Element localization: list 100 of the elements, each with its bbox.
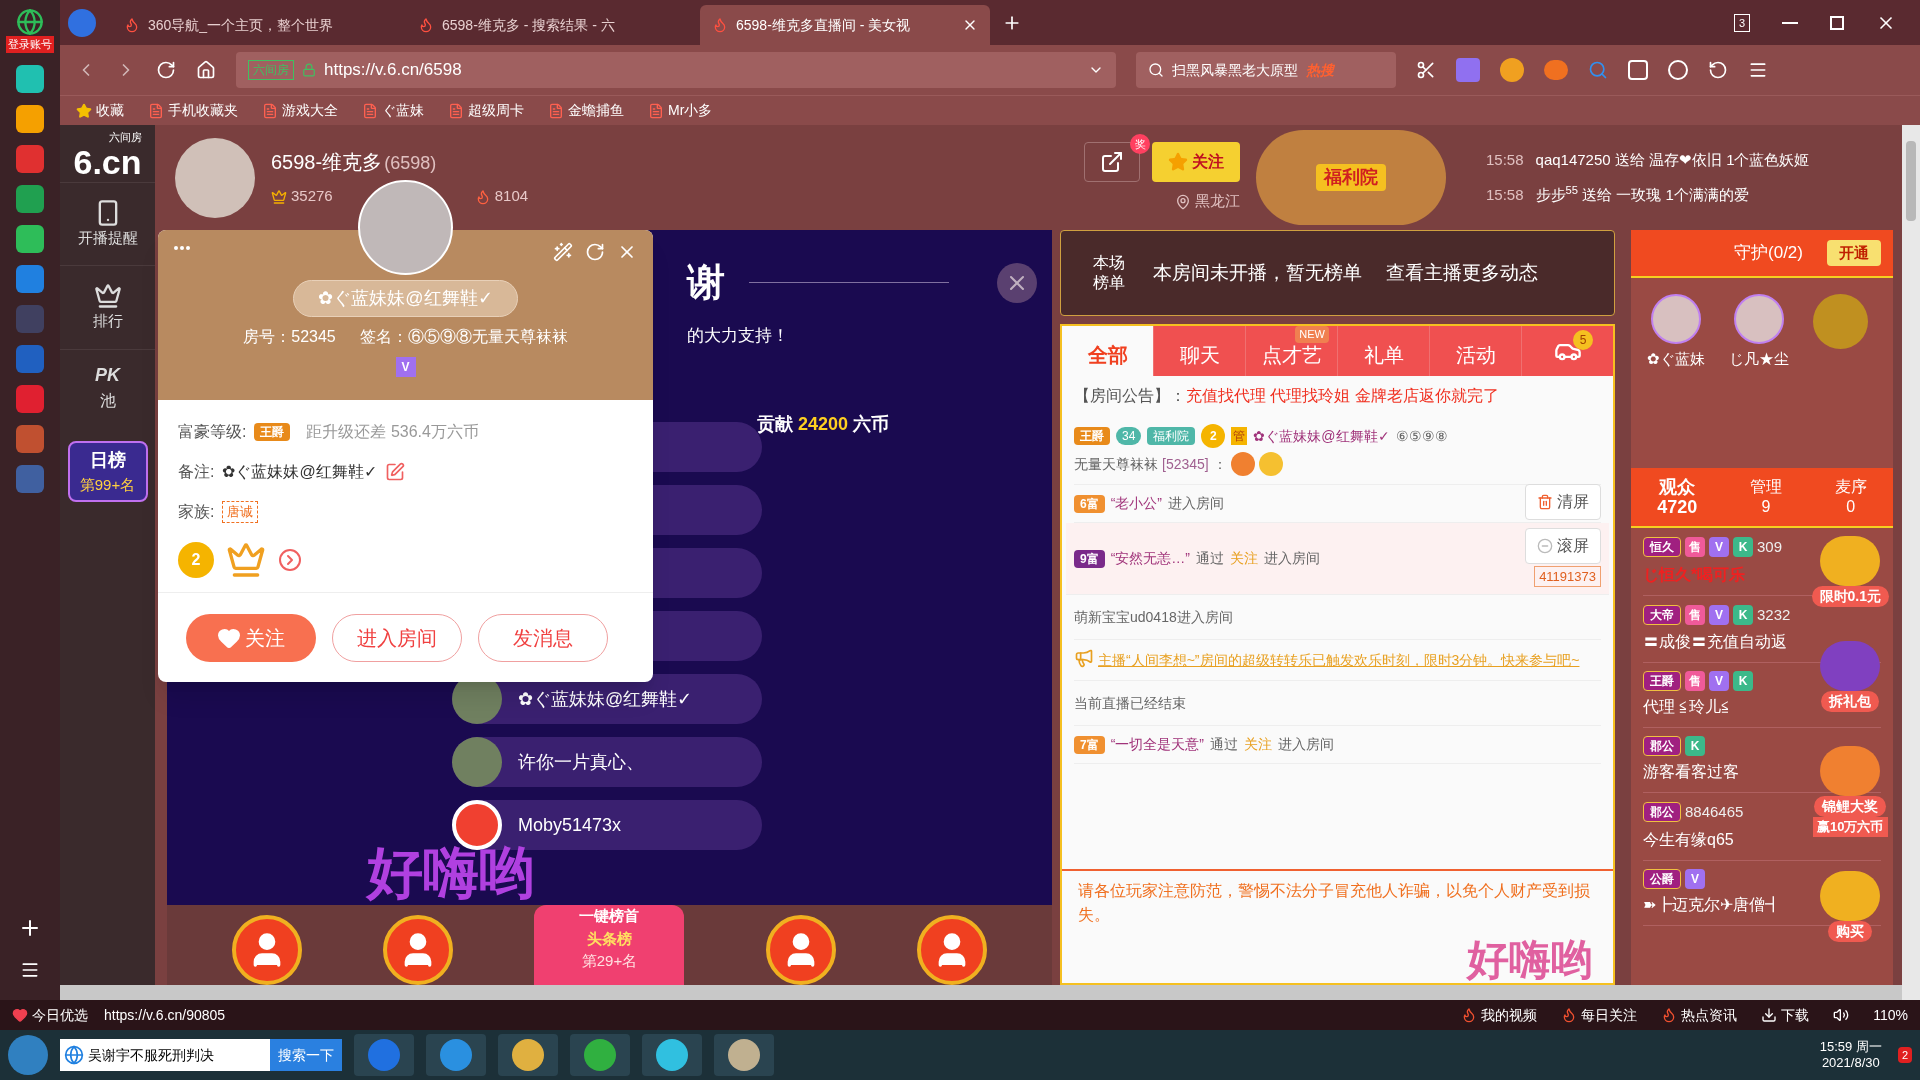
daily-rank-card[interactable]: 日榜 第99+名: [67, 440, 148, 502]
chat-tab[interactable]: 活动: [1430, 326, 1522, 376]
status-link[interactable]: 我的视频: [1461, 1004, 1538, 1026]
taskbar-search-field[interactable]: 吴谢宇不服死刑判决: [60, 1039, 270, 1071]
horizontal-scrollbar[interactable]: [60, 985, 1902, 1000]
follow-button[interactable]: 关注: [1152, 142, 1240, 183]
user-name[interactable]: “安然无恙…”: [1110, 548, 1190, 569]
taskbar-app-icon[interactable]: [498, 1034, 558, 1076]
host-activity-link[interactable]: 查看主播更多动态: [1386, 258, 1538, 288]
star-icon: [1168, 152, 1188, 173]
user-name[interactable]: ✿ぐ蓝妹妹@红舞鞋✓: [1253, 425, 1390, 447]
bookmark-link[interactable]: 超级周卡: [448, 100, 524, 121]
chat-tab[interactable]: 聊天: [1154, 326, 1246, 376]
guard-avatar[interactable]: [1734, 294, 1784, 344]
bookmark-link[interactable]: 金蟾捕鱼: [548, 100, 624, 121]
medal-badge: 2: [178, 542, 214, 578]
heart-icon: [12, 1007, 28, 1023]
tag-badge: V: [1709, 604, 1729, 625]
user-name[interactable]: “老小公”: [1110, 493, 1162, 514]
note-label: 备注:: [178, 462, 215, 482]
status-link[interactable]: 热点资讯: [1661, 1004, 1738, 1026]
promo-label[interactable]: 拆礼包: [1821, 691, 1880, 712]
user-name[interactable]: “一切全是天意”: [1110, 734, 1204, 755]
notification-count[interactable]: 2: [1897, 1046, 1912, 1064]
message-text: 进入房间: [1264, 549, 1320, 568]
promo-label[interactable]: 赢10万六币: [1813, 817, 1888, 837]
nav-item[interactable]: 开播提醒: [60, 181, 155, 265]
browser-tab[interactable]: 360导航_一个主页，整个世界: [112, 5, 402, 45]
reward-badge: 奖: [1130, 134, 1150, 155]
leaderboard-label[interactable]: 本场榜单: [1093, 253, 1129, 293]
title-badge: 王爵: [1643, 671, 1681, 691]
new-badge: NEW: [1295, 326, 1329, 343]
browser-tab[interactable]: 6598-维克多 - 搜索结果 - 六: [406, 5, 696, 45]
scroll-screen-button[interactable]: 滚屏: [1525, 528, 1601, 564]
audience-name[interactable]: 〓成俊〓充值自动返: [1643, 630, 1787, 654]
audience-name[interactable]: 今生有缘q65: [1643, 827, 1734, 852]
login-label[interactable]: 登录账号: [6, 36, 54, 53]
guard-avatar[interactable]: [1651, 294, 1701, 344]
chat-tab[interactable]: 礼单: [1338, 326, 1430, 376]
chat-tab[interactable]: NEW 点才艺: [1246, 326, 1338, 376]
audience-name[interactable]: 代理 ≦玲儿≦: [1643, 695, 1732, 719]
zoom-level[interactable]: 110%: [1873, 1004, 1908, 1026]
app-shortcut-icon[interactable]: [16, 424, 44, 453]
taskbar-app-icon[interactable]: [426, 1034, 486, 1076]
bookmark-link[interactable]: Mr小多: [648, 100, 713, 121]
status-link[interactable]: 下载: [1761, 1004, 1810, 1026]
stat-tab[interactable]: 管理 9: [1750, 477, 1782, 517]
app-shortcut-icon[interactable]: [16, 184, 44, 213]
promo-label[interactable]: 购买: [1828, 920, 1873, 942]
tag-badge: V: [1685, 868, 1705, 889]
status-link[interactable]: 每日关注: [1561, 1004, 1638, 1026]
activate-button[interactable]: 开通: [1827, 239, 1881, 267]
taskbar-app-icon[interactable]: [570, 1034, 630, 1076]
pk-pool-item[interactable]: PK 池: [60, 348, 155, 425]
promo-label[interactable]: 锦鲤大奖: [1814, 796, 1887, 817]
rank-badge: 7富: [1074, 735, 1105, 754]
clear-screen-button[interactable]: 清屏: [1525, 484, 1601, 520]
site-logo[interactable]: 6.cn: [73, 145, 142, 178]
thanks-subtitle: 的大力支持！: [687, 325, 790, 347]
app-shortcut-icon[interactable]: [16, 144, 44, 173]
tab-count[interactable]: 3: [1733, 13, 1750, 33]
today-picks-link[interactable]: 今日优选: [12, 1004, 88, 1026]
vertical-scrollbar[interactable]: [1902, 125, 1920, 1000]
search-field[interactable]: 扫黑风暴黑老大原型 热搜: [1136, 52, 1396, 88]
bookmark-link[interactable]: 收藏: [76, 100, 124, 121]
headline-rank-badge[interactable]: 一键榜首 头条榜 第29+名: [534, 905, 685, 985]
taskbar-app-icon[interactable]: [354, 1034, 414, 1076]
taskbar-search-button[interactable]: 搜索一下: [270, 1039, 342, 1071]
address-field[interactable]: 六间房 https://v.6.cn/6598: [236, 52, 1116, 88]
stat-tab[interactable]: 观众 4720: [1657, 477, 1698, 517]
nav-item[interactable]: 排行: [60, 265, 155, 349]
audience-name[interactable]: ➽┣迈克尔✈唐僧┫: [1643, 892, 1781, 917]
app-shortcut-icon[interactable]: [16, 384, 44, 413]
audience-name[interactable]: 游客看客过客: [1643, 760, 1739, 784]
stat-tab[interactable]: 麦序 0: [1834, 477, 1867, 517]
menu-icon: [1748, 60, 1768, 80]
title-badge: 郡公: [1643, 802, 1681, 823]
guard-name: ✿ぐ蓝妹: [1647, 349, 1705, 369]
chat-tab[interactable]: 全部: [1062, 326, 1154, 376]
bookmark-link[interactable]: 手机收藏夹: [148, 100, 238, 121]
app-shortcut-icon[interactable]: [16, 104, 44, 133]
promo-icon[interactable]: [1820, 870, 1881, 921]
taskbar-app-icon[interactable]: [714, 1034, 774, 1076]
promo-icon[interactable]: [1820, 746, 1881, 796]
close-button[interactable]: [997, 262, 1037, 303]
start-button[interactable]: [8, 1035, 48, 1075]
browser-tab[interactable]: 6598-维克多直播间 - 美女视: [700, 5, 990, 45]
bookmark-link[interactable]: ぐ蓝妹: [362, 100, 424, 121]
user-tag: ⑥⑤⑨⑧: [1395, 425, 1448, 447]
bookmark-link[interactable]: 游戏大全: [262, 100, 338, 121]
more-icon[interactable]: [174, 246, 190, 250]
maximize-icon[interactable]: [1830, 16, 1844, 30]
app-shortcut-icon[interactable]: [16, 224, 44, 253]
promo-label[interactable]: 限时0.1元: [1811, 586, 1889, 607]
app-shortcut-icon[interactable]: [16, 64, 44, 93]
taskbar-app-icon[interactable]: [642, 1034, 702, 1076]
overlay-caption: 好嗨哟: [1467, 937, 1593, 983]
room-number: 房号：52345: [243, 327, 336, 347]
promo-icon[interactable]: [1820, 536, 1881, 586]
app-shortcut-icon[interactable]: [16, 264, 44, 293]
